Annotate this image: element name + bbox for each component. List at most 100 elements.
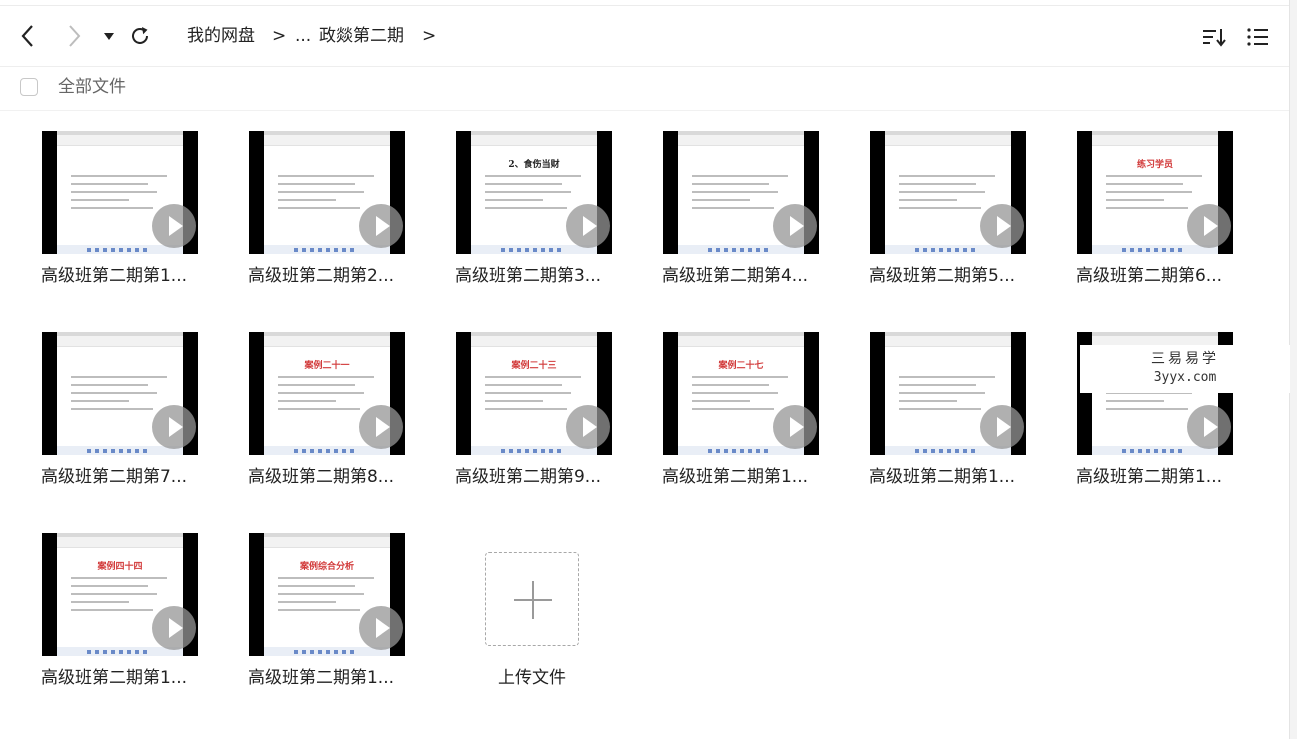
file-name[interactable]: 高级班第二期第2...: [236, 264, 406, 288]
file-name[interactable]: 高级班第二期第7...: [29, 465, 199, 489]
file-tile[interactable]: 练习学员高级班第二期第6...: [1064, 131, 1234, 306]
all-files-label: 全部文件: [58, 77, 126, 97]
selection-bar: 全部文件: [0, 67, 1289, 111]
thumbnail-doc-title: 案例二十一: [304, 361, 350, 371]
back-button[interactable]: [16, 22, 40, 50]
file-tile[interactable]: 案例综合分析高级班第二期第1...: [236, 533, 406, 708]
thumbnail-text-lines: [485, 376, 581, 416]
thumbnail-doc-title: 2、食伤当财: [508, 160, 560, 170]
file-tile[interactable]: 高级班第二期第7...: [29, 332, 199, 507]
thumbnail-ribbon: [885, 336, 1011, 347]
video-thumbnail[interactable]: [42, 131, 198, 254]
video-thumbnail[interactable]: 案例二十三: [456, 332, 612, 455]
thumbnail-text-lines: [71, 376, 167, 416]
file-tile[interactable]: 高级班第二期第4...: [650, 131, 820, 306]
thumbnail-taskbar: [471, 245, 597, 254]
thumbnail-taskbar: [264, 446, 390, 455]
thumbnail-text-lines: [71, 175, 167, 215]
file-name[interactable]: 高级班第二期第4...: [650, 264, 820, 288]
play-icon[interactable]: [566, 405, 610, 449]
toolbar: 我的网盘 > ... 政燚第二期 >: [0, 6, 1289, 67]
play-icon[interactable]: [152, 405, 196, 449]
thumbnail-text-lines: [899, 376, 995, 416]
video-thumbnail[interactable]: 2、食伤当财: [456, 131, 612, 254]
sort-icon: [1203, 29, 1226, 47]
file-tile[interactable]: 高级班第二期第2...: [236, 131, 406, 306]
sort-button[interactable]: [1200, 23, 1228, 51]
upload-label[interactable]: 上传文件: [452, 666, 612, 690]
play-icon[interactable]: [1187, 405, 1231, 449]
file-name[interactable]: 高级班第二期第1...: [236, 666, 406, 690]
thumbnail-ribbon: [264, 135, 390, 146]
video-thumbnail[interactable]: [42, 332, 198, 455]
breadcrumb-ellipsis[interactable]: ...: [295, 22, 311, 50]
play-icon[interactable]: [773, 405, 817, 449]
forward-button[interactable]: [62, 22, 86, 50]
thumbnail-doc-title: 案例综合分析: [299, 562, 354, 572]
breadcrumb-root[interactable]: 我的网盘: [187, 22, 255, 50]
file-tile[interactable]: 2、食伤当财高级班第二期第3...: [443, 131, 613, 306]
view-mode-button[interactable]: [1244, 23, 1272, 51]
file-tile[interactable]: 案例二十一高级班第二期第8...: [236, 332, 406, 507]
thumbnail-taskbar: [885, 446, 1011, 455]
thumbnail-text-lines: [278, 175, 374, 215]
file-tile[interactable]: 案例四十四高级班第二期第1...: [29, 533, 199, 708]
upload-button[interactable]: [485, 552, 579, 646]
thumbnail-doc-title: 案例二十三: [511, 361, 557, 371]
file-name[interactable]: 高级班第二期第8...: [236, 465, 406, 489]
thumbnail-ribbon: [678, 336, 804, 347]
refresh-button[interactable]: [128, 22, 152, 50]
file-tile[interactable]: 高级班第二期第1...: [857, 332, 1027, 507]
play-icon[interactable]: [359, 606, 403, 650]
thumbnail-taskbar: [57, 245, 183, 254]
thumbnail-ribbon: [471, 336, 597, 347]
video-thumbnail[interactable]: 案例综合分析: [249, 533, 405, 656]
play-icon[interactable]: [152, 204, 196, 248]
select-all-checkbox[interactable]: [20, 78, 38, 96]
file-name[interactable]: 高级班第二期第1...: [29, 666, 199, 690]
file-tile[interactable]: 案例二十三高级班第二期第9...: [443, 332, 613, 507]
breadcrumb-current[interactable]: 政燚第二期: [319, 22, 404, 50]
video-thumbnail[interactable]: [249, 131, 405, 254]
scrollbar-track[interactable]: [1289, 0, 1297, 739]
thumbnail-doc-title: 练习学员: [1136, 160, 1173, 170]
file-name[interactable]: 高级班第二期第1...: [1064, 465, 1234, 489]
thumbnail-ribbon: [885, 135, 1011, 146]
thumbnail-ribbon: [57, 135, 183, 146]
play-icon[interactable]: [773, 204, 817, 248]
play-icon[interactable]: [566, 204, 610, 248]
watermark: 三易易学 3yyx.com: [1080, 345, 1290, 393]
file-name[interactable]: 高级班第二期第3...: [443, 264, 613, 288]
file-name[interactable]: 高级班第二期第9...: [443, 465, 613, 489]
file-name[interactable]: 高级班第二期第1...: [857, 465, 1027, 489]
play-icon[interactable]: [359, 405, 403, 449]
video-thumbnail[interactable]: 练习学员: [1077, 131, 1233, 254]
file-name[interactable]: 高级班第二期第5...: [857, 264, 1027, 288]
video-thumbnail[interactable]: 案例四十四: [42, 533, 198, 656]
file-tile[interactable]: 高级班第二期第5...: [857, 131, 1027, 306]
play-icon[interactable]: [980, 204, 1024, 248]
play-icon[interactable]: [1187, 204, 1231, 248]
thumbnail-taskbar: [678, 446, 804, 455]
thumbnail-text-lines: [278, 577, 374, 617]
play-icon[interactable]: [152, 606, 196, 650]
file-tile[interactable]: 案例二十七高级班第二期第1...: [650, 332, 820, 507]
video-thumbnail[interactable]: [870, 332, 1026, 455]
play-icon[interactable]: [980, 405, 1024, 449]
video-thumbnail[interactable]: 案例二十七: [663, 332, 819, 455]
forward-arrow-icon: [69, 25, 81, 47]
video-thumbnail[interactable]: 案例二十一: [249, 332, 405, 455]
video-thumbnail[interactable]: [663, 131, 819, 254]
thumbnail-ribbon: [678, 135, 804, 146]
thumbnail-doc-title: 案例四十四: [97, 562, 143, 572]
watermark-line2: 3yyx.com: [1153, 370, 1217, 385]
file-tile[interactable]: 高级班第二期第1...: [29, 131, 199, 306]
thumbnail-taskbar: [678, 245, 804, 254]
thumbnail-ribbon: [264, 336, 390, 347]
file-name[interactable]: 高级班第二期第1...: [29, 264, 199, 288]
file-name[interactable]: 高级班第二期第6...: [1064, 264, 1234, 288]
history-dropdown-button[interactable]: [97, 22, 121, 50]
video-thumbnail[interactable]: [870, 131, 1026, 254]
file-name[interactable]: 高级班第二期第1...: [650, 465, 820, 489]
play-icon[interactable]: [359, 204, 403, 248]
